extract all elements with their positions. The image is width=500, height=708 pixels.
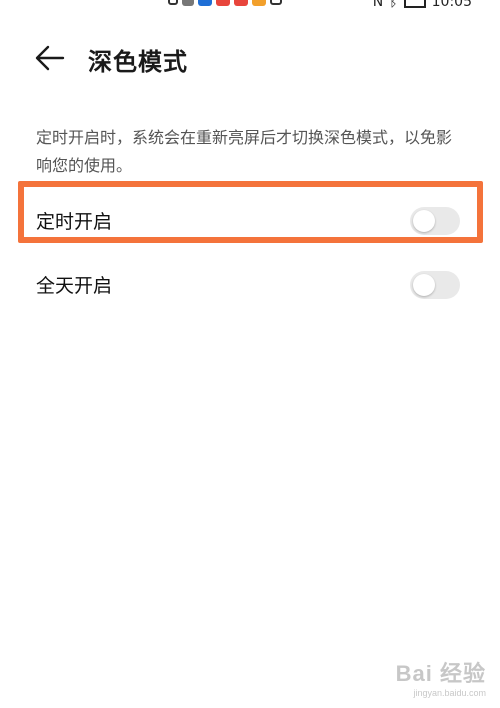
watermark-url: jingyan.baidu.com xyxy=(413,688,486,698)
app-icon-orange xyxy=(252,0,266,6)
all-day-label: 全天开启 xyxy=(36,275,113,297)
check-icon xyxy=(270,0,282,5)
notification-icon xyxy=(168,0,178,5)
scheduled-toggle[interactable] xyxy=(410,207,460,235)
toggle-knob xyxy=(413,274,435,296)
status-time: 10:05 xyxy=(431,0,472,10)
status-bar: N ᛒ 10:05 xyxy=(0,0,500,10)
setting-row-scheduled[interactable]: 定时开启 xyxy=(0,190,500,250)
toggle-knob xyxy=(413,210,435,232)
all-day-toggle[interactable] xyxy=(410,271,460,299)
watermark-logo: Bai 经验 xyxy=(395,661,486,686)
status-notification-icons xyxy=(168,0,282,6)
scheduled-label: 定时开启 xyxy=(36,211,113,233)
header: 深色模式 xyxy=(0,36,500,80)
watermark: Bai 经验 jingyan.baidu.com xyxy=(396,656,486,698)
app-icon-blue xyxy=(198,0,212,6)
wifi-icon xyxy=(182,0,194,6)
app-icon-red-2 xyxy=(234,0,248,6)
page-title: 深色模式 xyxy=(88,48,188,76)
nfc-icon: N xyxy=(372,0,384,10)
status-system-icons: N ᛒ 10:05 xyxy=(373,0,472,10)
back-button[interactable] xyxy=(30,40,70,76)
arrow-left-icon xyxy=(35,45,65,71)
dark-mode-description: 定时开启时，系统会在重新亮屏后才切换深色模式，以免影响您的使用。 xyxy=(36,128,453,175)
battery-icon xyxy=(403,0,426,8)
bluetooth-icon: ᛒ xyxy=(389,0,398,10)
app-icon-red xyxy=(216,0,230,6)
setting-row-all-day[interactable]: 全天开启 xyxy=(0,254,500,314)
